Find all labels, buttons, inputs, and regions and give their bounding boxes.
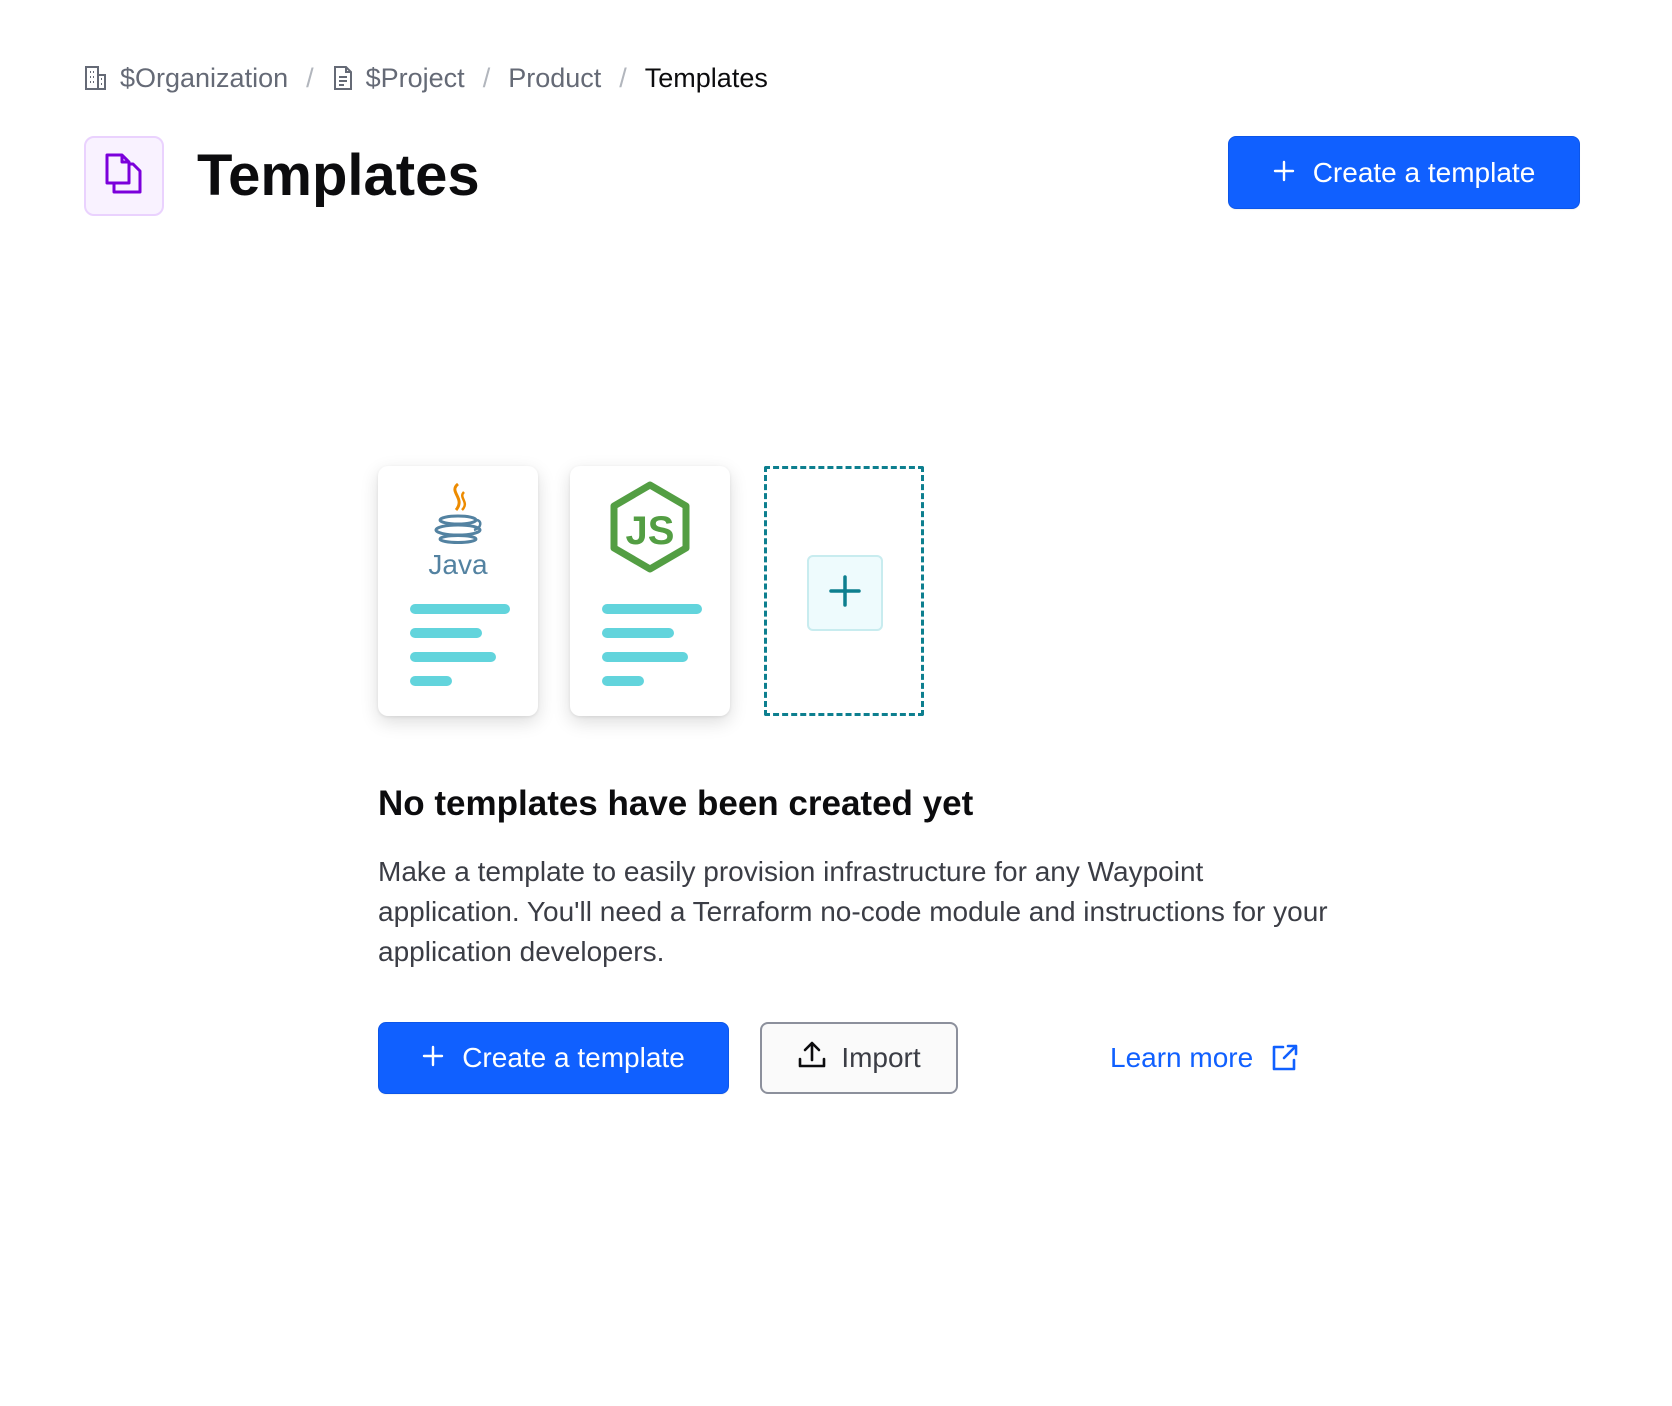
page-title: Templates [197,143,480,208]
add-template-card [764,466,924,716]
page-icon-tile [84,136,164,216]
breadcrumb-label: $Organization [120,62,289,93]
templates-illustration: Java JS [378,466,926,716]
empty-create-template-button[interactable]: Create a template [378,1022,729,1094]
placeholder-line [410,676,452,686]
empty-state-title: No templates have been created yet [378,784,974,823]
nodejs-logo-text: JS [626,509,675,553]
plus-icon [1273,157,1295,189]
file-text-icon [332,65,354,91]
breadcrumb-project[interactable]: $Project [332,63,465,94]
import-label: Import [841,1042,921,1073]
external-link-icon [1271,1043,1299,1073]
java-logo: Java [378,480,538,584]
breadcrumb-label: Templates [644,62,768,93]
placeholder-line [410,604,510,614]
add-template-tile [807,555,883,631]
breadcrumb-separator: / [619,62,627,93]
breadcrumb: $Organization / $Project / Product / Tem… [84,60,768,96]
placeholder-line [602,652,688,662]
learn-more-label: Learn more [1110,1042,1254,1073]
placeholder-line [410,628,482,638]
create-template-label: Create a template [1312,156,1536,188]
learn-more-link[interactable]: Learn more [1110,1038,1299,1078]
files-icon [104,152,144,201]
placeholder-line [410,652,496,662]
breadcrumb-separator: / [306,62,314,93]
placeholder-lines [410,604,510,700]
upload-icon [797,1040,827,1077]
nodejs-template-card: JS [570,466,730,716]
breadcrumb-product[interactable]: Product [508,63,601,94]
plus-icon [422,1042,444,1074]
breadcrumb-label: $Project [365,62,465,93]
java-logo-text: Java [428,549,488,580]
plus-icon [828,574,862,613]
nodejs-logo: JS [570,480,730,576]
empty-state-description: Make a template to easily provision infr… [378,856,1328,967]
placeholder-line [602,676,644,686]
import-button[interactable]: Import [760,1022,958,1094]
placeholder-line [602,628,674,638]
java-template-card: Java [378,466,538,716]
create-template-button[interactable]: Create a template [1228,136,1580,209]
placeholder-lines [602,604,702,700]
breadcrumb-organization[interactable]: $Organization [84,63,288,94]
breadcrumb-separator: / [482,62,491,93]
building-icon [84,65,108,91]
breadcrumb-label: Product [508,62,602,93]
create-template-label: Create a template [462,1042,685,1073]
breadcrumb-current: Templates [645,63,768,94]
placeholder-line [602,604,702,614]
